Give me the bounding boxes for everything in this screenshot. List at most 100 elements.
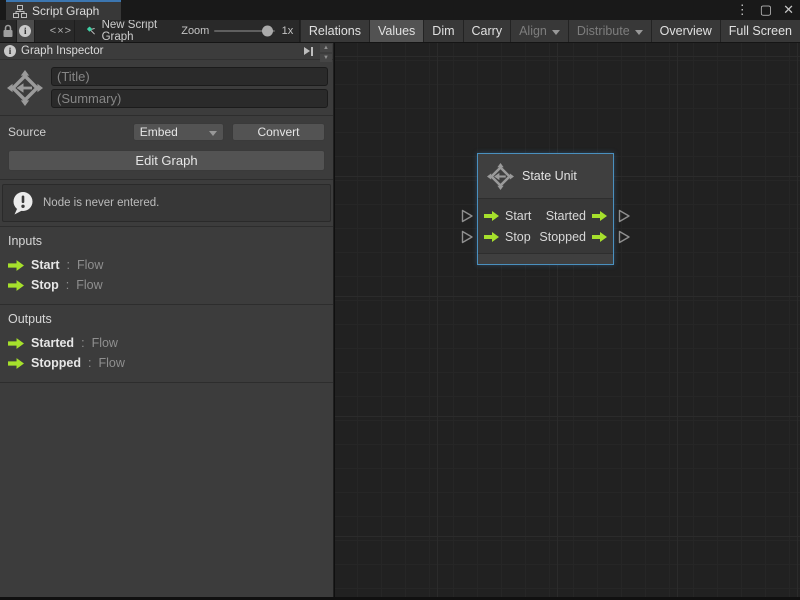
chevron-down-icon [209, 131, 217, 136]
carry-label: Carry [472, 24, 503, 38]
window-menu-icon[interactable]: ⋮ [736, 0, 749, 20]
input-connection-arrow-icon[interactable] [461, 230, 474, 244]
window-maximize-icon[interactable]: ▢ [760, 0, 772, 20]
graph-toolbar: i <×> New Script Graph Zoom 1x Relations… [0, 20, 800, 43]
flow-arrow-icon [592, 232, 607, 242]
node-title: State Unit [522, 169, 577, 183]
graph-summary-input[interactable] [51, 89, 328, 108]
code-view-button[interactable]: <×> [48, 20, 74, 42]
script-graph-window: Script Graph ⋮ ▢ ✕ i <×> New S [0, 0, 800, 600]
window-close-icon[interactable]: ✕ [783, 0, 794, 20]
window-content: i Graph Inspector ▲ ▼ [0, 43, 800, 597]
zoom-label: Zoom [171, 20, 209, 42]
port-row: Stop Stopped [484, 226, 607, 247]
source-dropdown[interactable]: Embed [133, 123, 224, 141]
tab-bar: Script Graph ⋮ ▢ ✕ [0, 0, 800, 20]
dock-bar [311, 47, 313, 56]
graph-hierarchy-icon [13, 5, 27, 18]
port-name: Stopped [31, 356, 81, 370]
graph-inspector-title: Graph Inspector [21, 45, 103, 57]
input-port[interactable]: Stop [484, 230, 531, 244]
chevron-down-icon [552, 30, 560, 35]
zoom-slider-handle[interactable] [262, 26, 273, 37]
input-port[interactable]: Start [484, 209, 531, 223]
zoom-value: 1x [280, 20, 300, 42]
graph-inspector-panel: i Graph Inspector ▲ ▼ [0, 43, 334, 597]
distribute-label: Distribute [577, 24, 630, 38]
graph-title-section [0, 60, 333, 115]
scroll-up-icon[interactable]: ▲ [320, 44, 332, 52]
overview-label: Overview [660, 24, 712, 38]
values-button[interactable]: Values [369, 20, 423, 42]
code-icon: <×> [50, 25, 72, 37]
convert-button[interactable]: Convert [232, 123, 325, 141]
values-label: Values [378, 24, 415, 38]
outputs-section: Outputs Started : Flow Stopped : Flow [0, 305, 333, 382]
port-label: Started [546, 209, 586, 223]
chevron-down-icon [635, 30, 643, 35]
flow-arrow-icon [8, 260, 24, 271]
port-name: Start [31, 258, 59, 272]
edit-graph-label: Edit Graph [135, 153, 197, 168]
full-screen-button[interactable]: Full Screen [720, 20, 800, 42]
graph-canvas[interactable]: State Unit Start Started [335, 43, 800, 597]
output-connection-arrow-icon[interactable] [618, 209, 631, 223]
port-label: Start [505, 209, 531, 223]
warning-box: Node is never entered. [2, 184, 331, 222]
port-separator: : [81, 336, 84, 350]
port-separator: : [66, 278, 69, 292]
new-script-graph-button[interactable]: New Script Graph [75, 20, 172, 42]
port-type: Flow [98, 356, 124, 370]
list-item: Stopped : Flow [8, 353, 325, 373]
panel-scroll-buttons: ▲ ▼ [320, 44, 332, 62]
warning-bubble-icon [11, 191, 35, 215]
source-label: Source [8, 125, 125, 139]
carry-button[interactable]: Carry [463, 20, 511, 42]
flow-arrow-icon [8, 280, 24, 291]
flow-arrow-icon [484, 211, 499, 221]
relations-button[interactable]: Relations [300, 20, 369, 42]
edit-graph-button[interactable]: Edit Graph [8, 150, 325, 171]
zoom-slider[interactable] [214, 20, 274, 42]
dim-button[interactable]: Dim [423, 20, 462, 42]
lock-icon [2, 24, 14, 38]
flow-arrow-icon [484, 232, 499, 242]
dock-panel-icon[interactable] [304, 47, 313, 56]
inputs-header: Inputs [8, 234, 325, 248]
distribute-button: Distribute [568, 20, 651, 42]
graph-title-input[interactable] [51, 67, 328, 86]
output-port[interactable]: Stopped [539, 230, 607, 244]
lock-button[interactable] [0, 20, 16, 42]
align-label: Align [519, 24, 547, 38]
dim-label: Dim [432, 24, 454, 38]
list-item: Start : Flow [8, 255, 325, 275]
overview-button[interactable]: Overview [651, 20, 720, 42]
divider [0, 382, 333, 383]
inspector-toggle-button[interactable]: i [16, 20, 35, 42]
node-header[interactable]: State Unit [478, 154, 613, 198]
list-item: Started : Flow [8, 333, 325, 353]
port-type: Flow [77, 258, 103, 272]
state-unit-node[interactable]: State Unit Start Started [477, 153, 614, 265]
convert-label: Convert [257, 125, 299, 139]
node-footer [478, 254, 613, 264]
info-icon: i [19, 25, 31, 37]
script-graph-asset-icon [87, 24, 96, 38]
port-separator: : [88, 356, 91, 370]
list-item: Stop : Flow [8, 275, 325, 295]
port-label: Stop [505, 230, 531, 244]
port-type: Flow [92, 336, 118, 350]
tab-script-graph[interactable]: Script Graph [6, 0, 121, 20]
graph-inspector-header: i Graph Inspector ▲ ▼ [0, 43, 333, 60]
scroll-down-icon[interactable]: ▼ [320, 54, 332, 62]
outputs-header: Outputs [8, 312, 325, 326]
state-unit-icon [7, 70, 43, 106]
port-separator: : [66, 258, 69, 272]
port-type: Flow [76, 278, 102, 292]
source-dropdown-value: Embed [140, 125, 178, 139]
input-connection-arrow-icon[interactable] [461, 209, 474, 223]
output-port[interactable]: Started [546, 209, 607, 223]
output-connection-arrow-icon[interactable] [618, 230, 631, 244]
port-label: Stopped [539, 230, 586, 244]
state-unit-icon [487, 163, 514, 190]
